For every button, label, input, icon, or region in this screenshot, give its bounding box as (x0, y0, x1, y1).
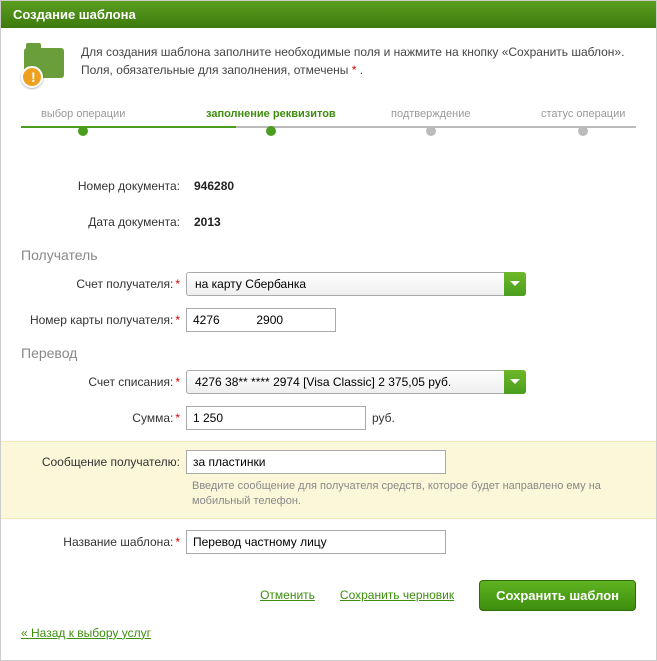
recip-card-input[interactable] (186, 308, 336, 332)
intro-line2: Поля, обязательные для заполнения, отмеч… (81, 61, 624, 79)
message-input[interactable] (186, 450, 446, 474)
wizard-steps: выбор операции заполнение реквизитов под… (21, 108, 636, 148)
wizard-step-2: заполнение реквизитов (206, 108, 336, 136)
recipient-section-title: Получатель (21, 247, 636, 263)
debit-account-select[interactable]: 4276 38** **** 2974 [Visa Classic] 2 375… (186, 370, 526, 394)
docnum-label: Номер документа: (21, 179, 186, 193)
template-name-input[interactable] (186, 530, 446, 554)
wizard-step-4: статус операции (541, 108, 625, 136)
debit-account-label: Счет списания:* (21, 375, 186, 389)
amount-label: Сумма:* (21, 411, 186, 425)
window-title: Создание шаблона (1, 1, 656, 28)
recip-account-label: Счет получателя:* (21, 277, 186, 291)
intro-line1: Для создания шаблона заполните необходим… (81, 43, 624, 61)
cancel-link[interactable]: Отменить (260, 588, 315, 602)
save-template-button[interactable]: Сохранить шаблон (479, 580, 636, 611)
docdate-value: 2013 (186, 215, 636, 229)
message-hint: Введите сообщение для получателя средств… (21, 479, 636, 510)
save-draft-link[interactable]: Сохранить черновик (340, 588, 454, 602)
wizard-step-1: выбор операции (41, 108, 125, 136)
template-name-label: Название шаблона:* (21, 535, 186, 549)
docnum-value: 946280 (186, 179, 636, 193)
recip-card-label: Номер карты получателя:* (21, 313, 186, 327)
chevron-down-icon (504, 370, 526, 394)
template-form-window: Создание шаблона Для создания шаблона за… (0, 0, 657, 661)
wizard-step-3: подтверждение (391, 108, 470, 136)
back-link[interactable]: « Назад к выбору услуг (21, 626, 151, 640)
intro-block: Для создания шаблона заполните необходим… (21, 43, 636, 88)
recip-account-select[interactable]: на карту Сбербанка (186, 272, 526, 296)
docdate-label: Дата документа: (21, 215, 186, 229)
chevron-down-icon (504, 272, 526, 296)
amount-suffix: руб. (372, 411, 395, 425)
folder-warning-icon (21, 43, 66, 88)
amount-input[interactable] (186, 406, 366, 430)
message-label: Сообщение получателю: (21, 455, 186, 469)
transfer-section-title: Перевод (21, 345, 636, 361)
